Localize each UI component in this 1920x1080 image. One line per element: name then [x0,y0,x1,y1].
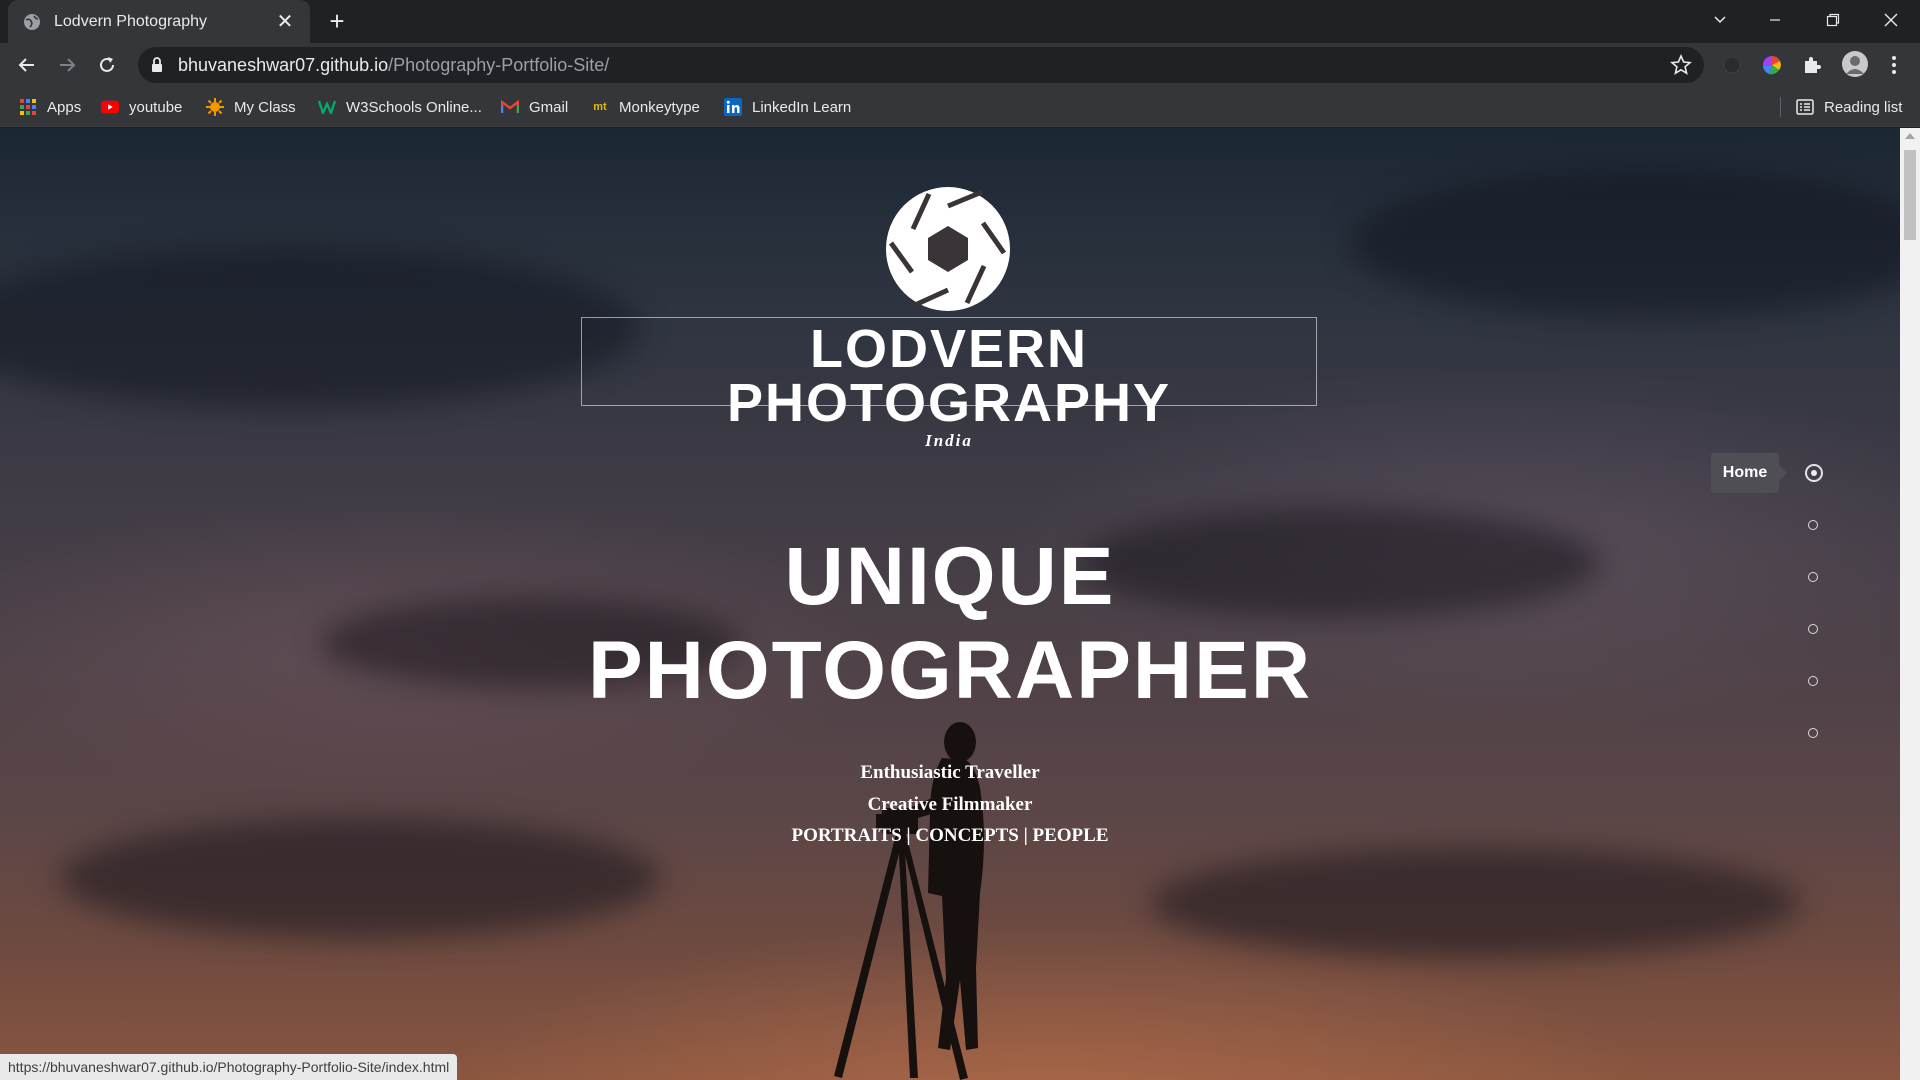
bookmark-youtube[interactable]: youtube [101,95,182,119]
hero-heading: UNIQUE PHOTOGRAPHER [450,530,1450,718]
bookmarks-bar: Apps youtube My Class W3Schools Online..… [0,87,1920,127]
lock-icon[interactable] [150,56,164,79]
restore-icon[interactable] [1810,0,1856,40]
url-path: /Photography-Portfolio-Site/ [388,55,610,75]
back-arrow-icon[interactable] [11,49,43,81]
reading-list-icon [1796,98,1814,116]
tab-strip: Lodvern Photography ✕ + [0,0,1920,43]
extensions-puzzle-icon[interactable] [1800,53,1824,77]
tagline-traveller: Enthusiastic Traveller [860,762,1040,783]
side-nav-dot[interactable] [1808,728,1818,738]
myclass-icon [206,98,224,116]
new-tab-button[interactable]: + [322,7,352,37]
apps-grid-icon [19,98,37,116]
status-bar-url: https://bhuvaneshwar07.github.io/Photogr… [0,1054,458,1080]
reload-icon[interactable] [91,49,123,81]
cloud-shape [1150,848,1800,958]
tagline-filmmaker: Creative Filmmaker [867,794,1033,815]
scrollbar-thumb[interactable] [1904,150,1916,240]
profile-avatar[interactable] [1840,49,1870,79]
minimize-icon[interactable] [1752,0,1798,40]
bookmark-label: Gmail [529,98,569,116]
gmail-icon [501,98,519,116]
tagline-categories: PORTRAITS | CONCEPTS | PEOPLE [791,825,1109,846]
reading-list-label: Reading list [1824,98,1903,116]
side-nav-dot[interactable] [1808,676,1818,686]
brand-title: LODVERN PHOTOGRAPHY [726,319,1172,433]
color-picker-extension-icon[interactable] [1760,53,1784,77]
bookmark-monkeytype[interactable]: mt Monkeytype [591,95,700,119]
address-bar[interactable]: bhuvaneshwar07.github.io/Photography-Por… [138,47,1704,83]
bookmark-label: My Class [234,98,296,116]
side-nav-dot[interactable] [1808,624,1818,634]
linkedin-icon [724,98,742,116]
bookmark-label: Monkeytype [619,98,700,116]
w3schools-icon [318,98,336,116]
url-host: bhuvaneshwar07.github.io [178,55,389,75]
monkeytype-icon: mt [593,101,607,113]
cloud-shape [0,248,640,408]
tab-title: Lodvern Photography [54,12,207,30]
browser-toolbar: bhuvaneshwar07.github.io/Photography-Por… [0,43,1920,87]
bookmark-apps[interactable]: Apps [19,95,81,119]
bookmark-my-class[interactable]: My Class [206,95,296,119]
more-menu-icon[interactable] [1882,53,1906,77]
side-nav-dot[interactable] [1808,520,1818,530]
side-nav-dot[interactable] [1808,572,1818,582]
browser-tab[interactable]: Lodvern Photography ✕ [8,0,310,43]
window-close-icon[interactable] [1868,0,1914,40]
hero-heading-line2: PHOTOGRAPHER [587,625,1313,716]
hero-heading-line1: UNIQUE [784,531,1116,622]
youtube-icon [101,98,119,116]
side-nav-dot-home[interactable] [1805,464,1823,482]
cloud-shape [60,818,660,938]
bookmark-w3schools[interactable]: W3Schools Online... [318,95,482,119]
bookmarks-divider [1780,97,1781,117]
hero-section: LODVERN PHOTOGRAPHY India UNIQUE PHOTOGR… [0,128,1900,1080]
scroll-up-arrow-icon[interactable] [1905,133,1915,139]
bookmark-gmail[interactable]: Gmail [501,95,568,119]
bookmark-label: W3Schools Online... [346,98,482,116]
side-nav-tooltip: Home [1711,453,1787,493]
extension-shield-icon[interactable] [1720,53,1744,77]
tab-close-icon[interactable]: ✕ [274,11,296,33]
page-scrollbar[interactable] [1900,128,1920,1080]
forward-arrow-icon[interactable] [51,49,83,81]
reading-list-button[interactable]: Reading list [1796,95,1902,119]
address-url: bhuvaneshwar07.github.io/Photography-Por… [178,55,609,76]
brand-country: India [925,431,973,450]
bookmark-label: youtube [129,98,183,116]
bookmark-label: Apps [47,98,82,116]
cloud-shape [1350,168,1900,318]
globe-icon [22,12,42,32]
bookmark-linkedin-learn[interactable]: LinkedIn Learn [724,95,851,119]
bookmark-label: LinkedIn Learn [752,98,852,116]
tab-search-chevron-icon[interactable] [1700,0,1740,40]
bookmark-star-icon[interactable] [1670,53,1692,81]
aperture-logo [886,187,1010,311]
brand-title-box: LODVERN PHOTOGRAPHY India [581,317,1317,450]
